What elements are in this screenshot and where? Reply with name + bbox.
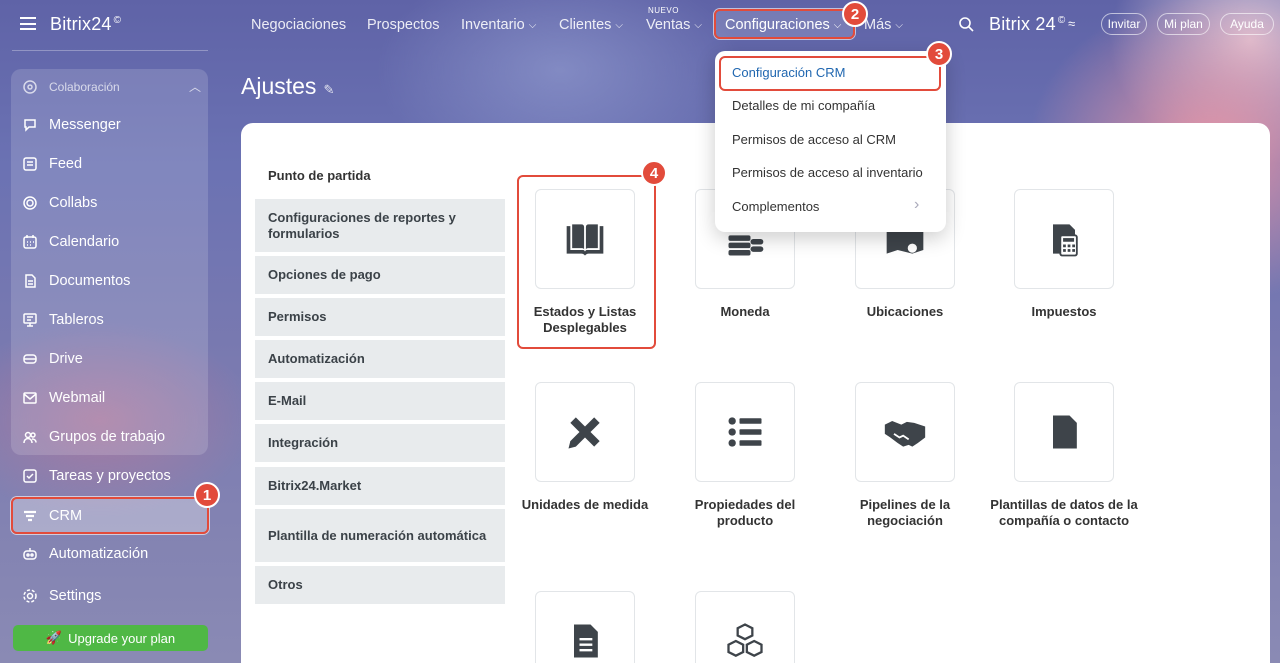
sidebar-group-title[interactable]: Colaboración ︿ — [11, 69, 208, 105]
tile-units[interactable] — [535, 382, 635, 482]
settings-menu-item[interactable]: Bitrix24.Market — [255, 467, 505, 505]
file-text-icon — [574, 624, 598, 658]
collaboration-icon — [21, 78, 39, 96]
tile-pipelines[interactable] — [855, 382, 955, 482]
cubes-icon — [727, 623, 763, 657]
groups-icon — [21, 428, 39, 446]
settings-menu-item[interactable]: Opciones de pago — [255, 256, 505, 294]
settings-menu-item[interactable]: E-Mail — [255, 382, 505, 420]
document-icon — [21, 272, 39, 290]
logo[interactable]: Bitrix24 © — [50, 14, 121, 35]
collabs-icon — [21, 194, 39, 212]
highlight-crm — [11, 497, 209, 534]
board-icon — [21, 311, 39, 329]
tile-label: Ubicaciones — [866, 304, 944, 319]
checkbox-icon — [21, 467, 39, 485]
bitrix-brand[interactable]: Bitrix 24 © — [989, 14, 1065, 35]
settings-menu-item[interactable]: Automatización — [255, 340, 505, 378]
feed-icon — [21, 155, 39, 173]
settings-menu-item[interactable]: Plantilla de numeración automática — [255, 509, 505, 562]
top-nav-inventory[interactable]: Inventario ⌵ — [461, 0, 536, 50]
drive-icon — [21, 350, 39, 368]
calculator-icon — [1053, 224, 1078, 257]
handshake-icon — [884, 421, 926, 447]
sidebar-item-drive[interactable]: Drive — [11, 341, 208, 377]
step-badge-1: 1 — [194, 482, 220, 508]
sidebar-header: Bitrix24 © — [0, 0, 221, 50]
section-heading: Punto de partida — [268, 168, 371, 183]
sidebar-item-calendar[interactable]: Calendario — [11, 224, 208, 260]
page-title: Ajustes ✎ — [241, 73, 335, 99]
rocket-icon: 🚀 — [45, 630, 63, 645]
sidebar-item-boards[interactable]: Tableros — [11, 302, 208, 338]
tile-data-templates[interactable] — [1014, 382, 1114, 482]
top-nav-sales[interactable]: Ventas ⌵ — [646, 0, 702, 50]
help-button[interactable]: Ayuda — [1220, 13, 1274, 35]
dropdown-item-inventory-permissions[interactable]: Permisos de acceso al inventario — [732, 165, 923, 180]
top-nav-more[interactable]: Más ⌵ — [864, 0, 903, 50]
settings-menu-item[interactable]: Configuraciones de reportes y formulario… — [255, 199, 505, 252]
top-nav-deals[interactable]: Negociaciones — [251, 0, 346, 50]
sidebar-item-documents[interactable]: Documentos — [11, 263, 208, 299]
tile-label: Plantillas de datos de la compañía o con… — [990, 497, 1138, 528]
tile-modules[interactable] — [695, 591, 795, 663]
dropdown-item-company-details[interactable]: Detalles de mi compañía — [732, 98, 875, 113]
sidebar-item-messenger[interactable]: Messenger — [11, 107, 208, 143]
sidebar-item-feed[interactable]: Feed — [11, 146, 208, 182]
list-icon — [728, 417, 762, 447]
top-nav-leads[interactable]: Prospectos — [367, 0, 440, 50]
chevron-down-icon: ⌵ — [895, 19, 903, 31]
menu-icon[interactable] — [20, 17, 36, 30]
upgrade-plan-button[interactable]: 🚀 Upgrade your plan — [13, 625, 208, 651]
top-nav-clients[interactable]: Clientes ⌵ — [559, 0, 623, 50]
chevron-down-icon: ⌵ — [528, 19, 537, 31]
ruler-pencil-icon — [568, 417, 600, 449]
my-plan-button[interactable]: Mi plan — [1157, 13, 1210, 35]
calendar-icon — [21, 233, 39, 251]
settings-menu-item[interactable]: Otros — [255, 566, 505, 604]
sidebar-item-collabs[interactable]: Collabs — [11, 185, 208, 221]
tile-label: Pipelines de la negociación — [859, 497, 951, 528]
sidebar-item-automation[interactable]: Automatización — [11, 536, 208, 572]
sidebar-item-webmail[interactable]: Webmail — [11, 380, 208, 416]
collapse-icon[interactable]: ︿ — [189, 78, 201, 95]
mail-icon — [21, 389, 39, 407]
sidebar-item-settings[interactable]: Settings — [11, 578, 208, 614]
sidebar-item-tasks[interactable]: Tareas y proyectos — [11, 458, 208, 494]
pin-icon[interactable]: ✎ — [323, 82, 334, 97]
tile-product-properties[interactable] — [695, 382, 795, 482]
sidebar-divider — [12, 50, 208, 51]
highlight-statuses-tile — [517, 175, 656, 349]
invite-button[interactable]: Invitar — [1101, 13, 1147, 35]
highlight-crm-config — [719, 56, 941, 91]
dropdown-item-addons[interactable]: Complementos — [732, 199, 819, 214]
messenger-icon — [21, 116, 39, 134]
settings-menu-item[interactable]: Integración — [255, 424, 505, 462]
robot-icon — [21, 545, 39, 563]
gear-icon — [21, 587, 39, 605]
tile-document-templates[interactable] — [535, 591, 635, 663]
tile-label: Moneda — [720, 304, 770, 319]
sidebar-item-workgroups[interactable]: Grupos de trabajo — [11, 419, 208, 455]
tile-label: Impuestos — [1031, 304, 1097, 319]
search-icon[interactable] — [958, 16, 974, 32]
chevron-right-icon: › — [914, 196, 920, 213]
dropdown-item-crm-permissions[interactable]: Permisos de acceso al CRM — [732, 132, 896, 147]
settings-toggle-icon[interactable]: ≈ — [1068, 16, 1075, 31]
tile-label: Unidades de medida — [521, 497, 649, 512]
settings-menu-item[interactable]: Permisos — [255, 298, 505, 336]
step-badge-3: 3 — [926, 41, 952, 67]
chevron-down-icon: ⌵ — [694, 19, 702, 31]
tile-label: Propiedades del producto — [694, 497, 796, 528]
step-badge-4: 4 — [641, 160, 667, 186]
file-icon — [1053, 415, 1077, 449]
tile-taxes[interactable] — [1014, 189, 1114, 289]
chevron-down-icon: ⌵ — [615, 19, 623, 31]
highlight-settings-menu — [714, 9, 855, 39]
